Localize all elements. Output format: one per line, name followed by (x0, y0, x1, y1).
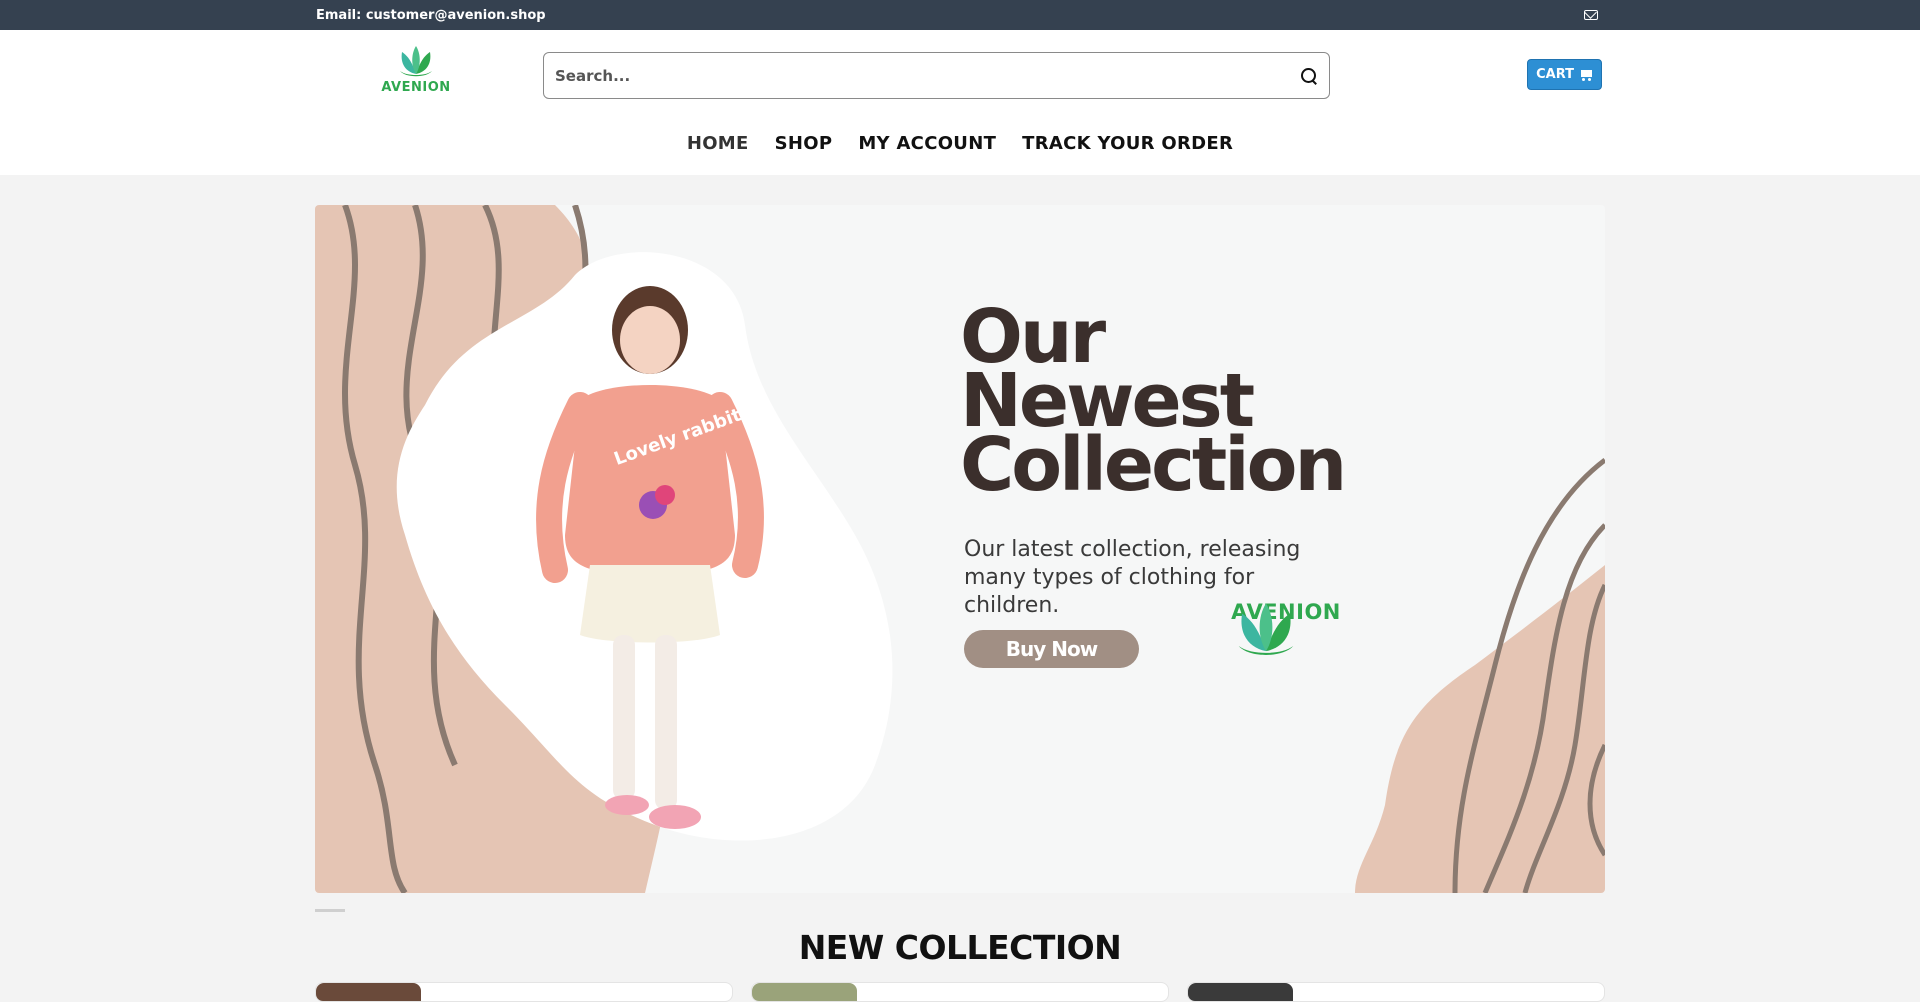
nav-item-track-order[interactable]: TRACK YOUR ORDER (1022, 133, 1233, 154)
product-card[interactable] (1187, 982, 1605, 1002)
nav-item-my-account[interactable]: MY ACCOUNT (858, 133, 996, 154)
logo-text: AVENION (381, 80, 451, 95)
hero-title: Our Newest Collection (960, 300, 1347, 508)
cart-button[interactable]: CART (1527, 59, 1602, 90)
product-card[interactable] (751, 982, 1169, 1002)
hero-title-line-3: Collection (960, 422, 1347, 508)
lotus-logo-icon (400, 46, 432, 77)
buy-now-button[interactable]: Buy Now (964, 630, 1139, 668)
main-nav: HOME SHOP MY ACCOUNT TRACK YOUR ORDER (316, 133, 1604, 154)
search-icon[interactable] (1300, 67, 1318, 85)
hero-logo: AVENION (1231, 600, 1341, 656)
cart-icon (1579, 69, 1593, 81)
site-logo[interactable]: AVENION (381, 44, 451, 98)
cart-label: CART (1536, 67, 1574, 82)
product-cards (315, 982, 1605, 1002)
product-card[interactable] (315, 982, 733, 1002)
search-input[interactable] (555, 66, 1300, 85)
section-title: NEW COLLECTION (798, 928, 1122, 967)
hero-banner[interactable]: Lovely rabbit Our Newest Collection Our … (315, 205, 1605, 893)
slider-indicator[interactable] (315, 909, 345, 912)
lotus-logo-icon (1238, 603, 1294, 656)
nav-item-shop[interactable]: SHOP (775, 133, 833, 154)
top-bar: Email: customer@avenion.shop (0, 0, 1920, 30)
contact-email[interactable]: Email: customer@avenion.shop (316, 8, 546, 23)
nav-item-home[interactable]: HOME (687, 133, 749, 154)
mail-icon[interactable] (1584, 10, 1598, 20)
site-header: AVENION CART HOME SHOP MY ACCOUNT TRACK … (0, 30, 1920, 175)
search-bar[interactable] (543, 52, 1330, 99)
